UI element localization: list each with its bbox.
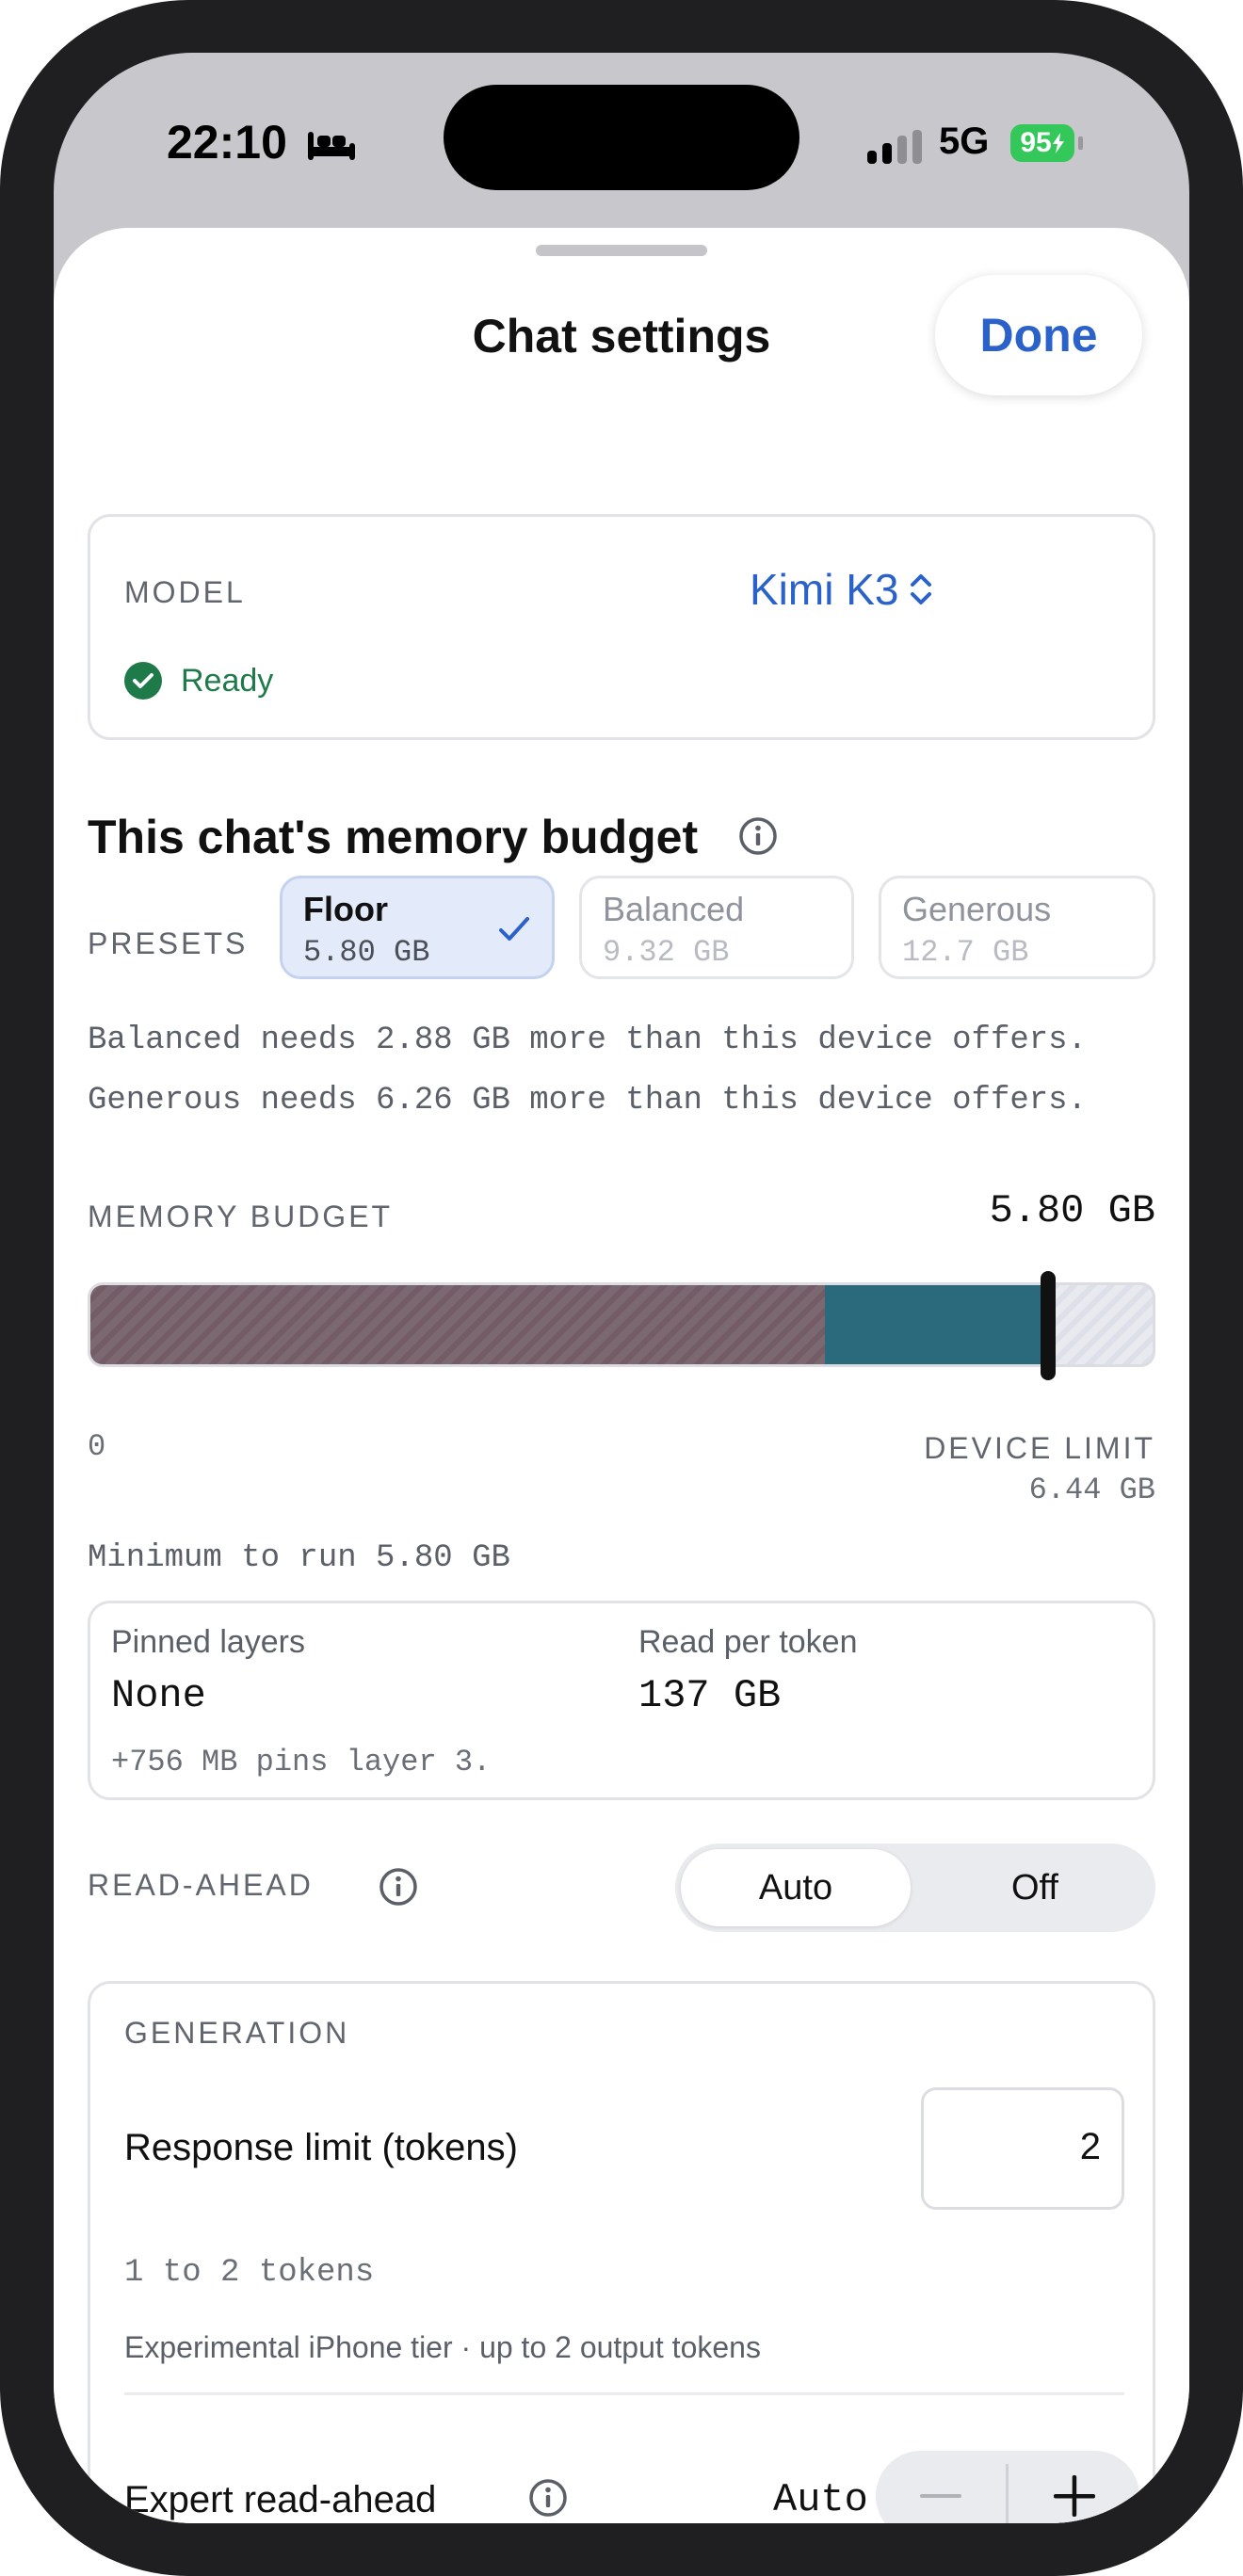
checkmark-icon <box>499 917 529 941</box>
battery-indicator: 95 <box>1010 124 1074 162</box>
preset-generous[interactable]: Generous 12.7 GB <box>879 876 1155 979</box>
preset-value: 12.7 GB <box>902 935 1029 970</box>
preset-balanced[interactable]: Balanced 9.32 GB <box>579 876 854 979</box>
plus-icon[interactable] <box>1009 2451 1139 2523</box>
preset-warning: Generous needs 6.26 GB more than this de… <box>88 1083 1087 1119</box>
memory-budget-slider[interactable] <box>88 1282 1155 1367</box>
bed-icon <box>308 132 355 160</box>
pinned-layers-label: Pinned layers <box>111 1624 306 1660</box>
minus-icon[interactable] <box>876 2451 1006 2523</box>
model-picker[interactable]: Kimi K3 <box>750 564 934 615</box>
info-icon[interactable] <box>378 1866 419 1908</box>
model-card: MODEL Kimi K3 Ready <box>88 514 1155 740</box>
status-bar: 22:10 5G 95 <box>54 53 1189 232</box>
dynamic-island <box>444 85 799 190</box>
model-status-text: Ready <box>181 662 274 699</box>
read-ahead-option-off[interactable]: Off <box>920 1849 1150 1926</box>
battery-level: 95 <box>1020 127 1052 158</box>
bar-budget-segment <box>825 1285 1041 1364</box>
battery-nub <box>1078 137 1083 150</box>
read-per-token-label: Read per token <box>638 1624 858 1660</box>
generation-card: GENERATION Response limit (tokens) 2 1 t… <box>88 1981 1155 2523</box>
generation-label: GENERATION <box>124 2016 350 2050</box>
bar-floor-segment <box>90 1285 825 1364</box>
expert-read-ahead-label: Expert read-ahead <box>124 2479 437 2520</box>
preset-floor[interactable]: Floor 5.80 GB <box>280 876 555 979</box>
read-per-token-value: 137 GB <box>638 1673 782 1718</box>
pinned-layers-value: None <box>111 1673 206 1718</box>
expert-read-ahead-value: Auto <box>773 2477 868 2522</box>
device-limit-value: 6.44 GB <box>1028 1473 1155 1507</box>
divider <box>124 2392 1124 2395</box>
response-limit-label: Response limit (tokens) <box>124 2127 518 2168</box>
preset-warning: Balanced needs 2.88 GB more than this de… <box>88 1022 1087 1058</box>
memory-budget-heading: This chat's memory budget <box>88 811 699 863</box>
status-time: 22:10 <box>167 116 287 169</box>
checkmark-circle-icon <box>124 662 162 700</box>
pin-note: +756 MB pins layer 3. <box>111 1745 492 1779</box>
pin-card: Pinned layers None Read per token 137 GB… <box>88 1601 1155 1800</box>
info-icon[interactable] <box>737 815 779 857</box>
model-status: Ready <box>124 662 273 700</box>
settings-sheet: Chat settings Done MODEL Kimi K3 Ready T… <box>54 228 1189 2523</box>
sheet-grabber[interactable] <box>536 245 707 256</box>
preset-name: Balanced <box>603 890 745 928</box>
tier-note: Experimental iPhone tier · up to 2 outpu… <box>124 2330 761 2364</box>
screen: 22:10 5G 95 Chat settings Done MODEL Kim… <box>54 53 1189 2523</box>
cellular-signal-icon <box>867 130 922 164</box>
memory-budget-value: 5.80 GB <box>989 1188 1155 1233</box>
response-limit-field[interactable]: 2 <box>921 2087 1124 2210</box>
info-icon[interactable] <box>527 2477 569 2519</box>
preset-value: 9.32 GB <box>603 935 730 970</box>
done-button[interactable]: Done <box>935 275 1142 395</box>
model-label: MODEL <box>124 575 246 609</box>
expert-read-ahead-stepper <box>876 2451 1139 2523</box>
response-limit-value: 2 <box>1079 2126 1101 2167</box>
preset-name: Floor <box>303 890 388 928</box>
minimum-to-run: Minimum to run 5.80 GB <box>88 1540 510 1576</box>
read-ahead-toggle: Auto Off <box>675 1843 1155 1932</box>
model-name: Kimi K3 <box>750 565 899 614</box>
device-limit-label: DEVICE LIMIT <box>924 1431 1155 1465</box>
preset-name: Generous <box>902 890 1052 928</box>
charging-bolt-icon <box>1052 133 1064 153</box>
slider-min-label: 0 <box>88 1429 106 1464</box>
network-type: 5G <box>939 121 990 162</box>
token-range: 1 to 2 tokens <box>124 2255 375 2291</box>
read-ahead-option-auto[interactable]: Auto <box>681 1849 911 1926</box>
presets-label: PRESETS <box>88 926 249 960</box>
read-ahead-label: READ-AHEAD <box>88 1868 314 1902</box>
chevron-up-down-icon <box>911 574 932 604</box>
preset-value: 5.80 GB <box>303 935 430 970</box>
slider-handle[interactable] <box>1041 1271 1056 1380</box>
memory-budget-label: MEMORY BUDGET <box>88 1199 394 1233</box>
